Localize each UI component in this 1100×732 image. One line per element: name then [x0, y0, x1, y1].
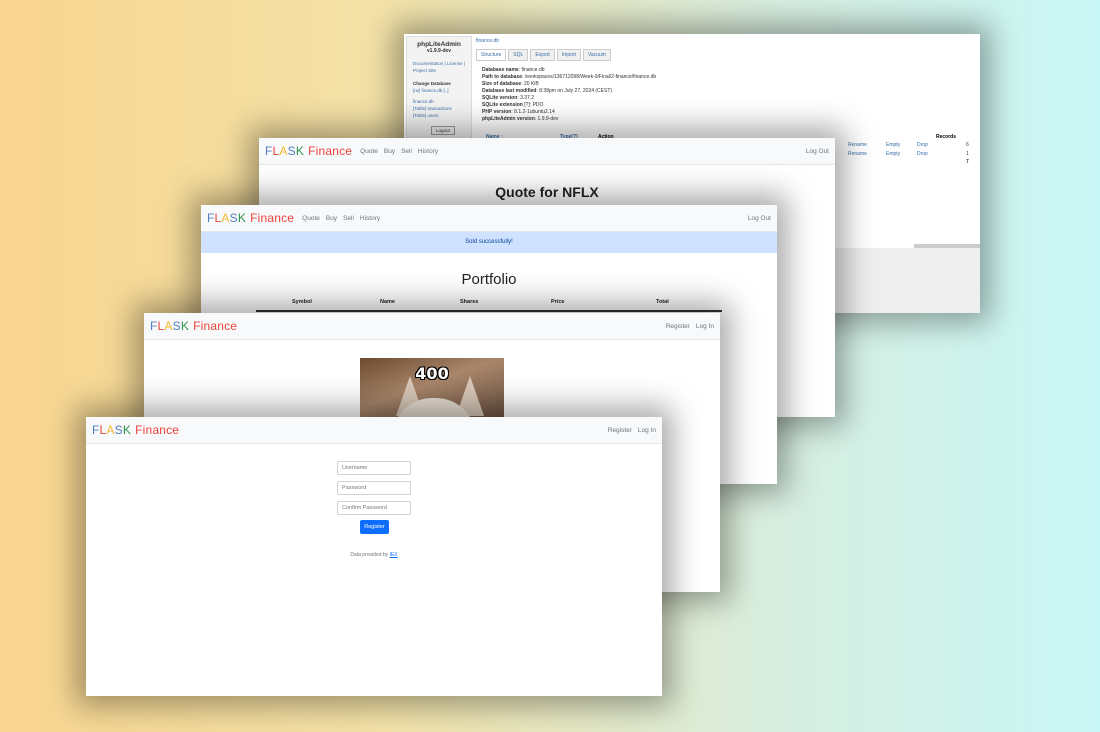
- page-title: Portfolio: [461, 271, 517, 288]
- info-row: Size of database: 20 KiB: [482, 81, 539, 87]
- col-total: Total: [656, 299, 669, 305]
- info-row: PHP version: 8.1.2-1ubuntu2.14: [482, 109, 555, 115]
- records-count: 6: [966, 142, 969, 148]
- empty-link[interactable]: Empty: [886, 142, 900, 148]
- navbar: F L A S K Finance Register Log In: [144, 313, 720, 340]
- col-records: Records: [936, 134, 957, 140]
- tab-vacuum[interactable]: Vacuum: [582, 49, 611, 61]
- register-button[interactable]: Register: [360, 520, 389, 534]
- nav-right: Register Log In: [602, 427, 656, 434]
- iex-link[interactable]: IEX: [390, 552, 398, 558]
- page-title: Quote for NFLX: [495, 184, 599, 200]
- rename-link[interactable]: Rename: [848, 151, 867, 157]
- nav-logout[interactable]: Log Out: [806, 148, 829, 155]
- nav-sell[interactable]: Sell: [401, 148, 412, 155]
- footer: Data provided by IEX: [86, 552, 662, 558]
- nav-right: Register Log In: [660, 323, 714, 330]
- logout-button[interactable]: Logout: [431, 126, 455, 135]
- records-total: 7: [966, 159, 969, 165]
- tab-export[interactable]: Export: [530, 49, 555, 61]
- nav-register[interactable]: Register: [608, 427, 632, 434]
- password-field[interactable]: [337, 481, 411, 495]
- tab-structure[interactable]: Structure: [476, 49, 507, 61]
- nav-quote[interactable]: Quote: [302, 215, 320, 222]
- tab-import[interactable]: Import: [556, 49, 581, 61]
- info-row: SQLite version: 3.37.2: [482, 95, 534, 101]
- nav-login[interactable]: Log In: [696, 323, 714, 330]
- info-row: phpLiteAdmin version: 1.9.9-dev: [482, 116, 559, 122]
- nav-history[interactable]: History: [418, 148, 438, 155]
- nav-register[interactable]: Register: [666, 323, 690, 330]
- footer-text: Data provided by: [350, 552, 390, 558]
- nav-history[interactable]: History: [360, 215, 380, 222]
- register-window: FLASKFinance Register Log In Register Da…: [86, 417, 662, 696]
- db-info: Database name: finance.db Path to databa…: [482, 67, 978, 123]
- success-alert: Sold successfully!: [201, 232, 777, 253]
- col-price: Price: [551, 299, 565, 305]
- pla-db-link[interactable]: [rw] finance.db [..]: [407, 87, 471, 94]
- info-row: Path to database: /workspaces/136712098/…: [482, 74, 657, 80]
- nav-buy[interactable]: Buy: [384, 148, 395, 155]
- info-row: Database last modified: 8:38pm on July 2…: [482, 88, 613, 94]
- col-symbol: Symbol: [292, 299, 312, 305]
- pla-tree-users[interactable]: [Table] users: [407, 112, 471, 119]
- brand-logo[interactable]: F L A S K Finance: [207, 211, 294, 225]
- pla-version: v1.9.9-dev: [426, 48, 452, 54]
- navbar: F L A S K Finance Register Log In: [86, 417, 662, 444]
- nav-login[interactable]: Log In: [638, 427, 656, 434]
- nav-right: Log Out: [800, 148, 829, 155]
- pla-doc-links[interactable]: Documentation | License | Project Site: [407, 60, 471, 74]
- info-row: SQLite extension [?]: PDO: [482, 102, 544, 108]
- table-header-rule: [256, 310, 722, 312]
- confirm-password-field[interactable]: [337, 501, 411, 515]
- col-shares: Shares: [460, 299, 479, 305]
- nav-sell[interactable]: Sell: [343, 215, 354, 222]
- brand-logo[interactable]: F L A S K Finance: [92, 423, 179, 437]
- navbar: F L A S K Finance Quote Buy Sell History Log …: [259, 138, 835, 165]
- rename-link[interactable]: Rename: [848, 142, 867, 148]
- col-name: Name: [380, 299, 395, 305]
- nav-links: Quote Buy Sell History: [302, 215, 386, 222]
- brand-logo[interactable]: F L A S K Finance: [265, 144, 352, 158]
- nav-right: Log Out: [742, 215, 771, 222]
- drop-link[interactable]: Drop: [917, 151, 928, 157]
- pla-tree-transactions[interactable]: [Table] transactions: [407, 105, 471, 112]
- pla-change-db: Change Database: [413, 81, 451, 86]
- info-row: Database name: finance.db: [482, 67, 545, 73]
- records-count: 1: [966, 151, 969, 157]
- grumpy-cat-image: 400: [360, 358, 504, 418]
- nav-quote[interactable]: Quote: [360, 148, 378, 155]
- error-code: 400: [415, 364, 449, 383]
- breadcrumb[interactable]: finance.db: [476, 38, 976, 44]
- drop-link[interactable]: Drop: [917, 142, 928, 148]
- pla-sidebar: phpLiteAdmin v1.9.9-dev Documentation | …: [406, 36, 472, 139]
- nav-logout[interactable]: Log Out: [748, 215, 771, 222]
- brand-logo[interactable]: F L A S K Finance: [150, 319, 237, 333]
- nav-links: Quote Buy Sell History: [360, 148, 444, 155]
- pla-app-title: phpLiteAdmin: [417, 41, 461, 48]
- username-field[interactable]: [337, 461, 411, 475]
- empty-link[interactable]: Empty: [886, 151, 900, 157]
- nav-buy[interactable]: Buy: [326, 215, 337, 222]
- pla-tree-db[interactable]: finance.db: [407, 98, 471, 105]
- pla-tabs: Structure SQL Export Import Vacuum: [476, 49, 978, 61]
- navbar: F L A S K Finance Quote Buy Sell History Log …: [201, 205, 777, 232]
- tab-sql[interactable]: SQL: [508, 49, 529, 61]
